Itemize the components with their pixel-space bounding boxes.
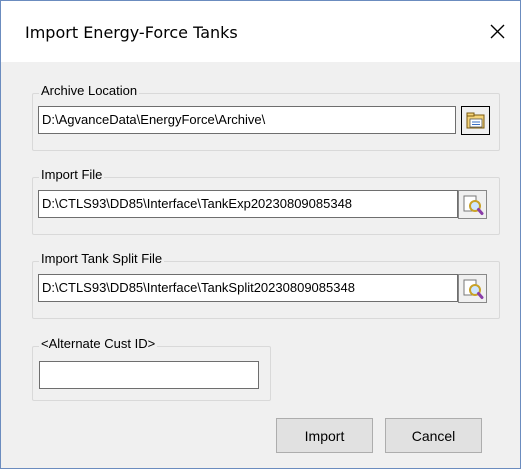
alt-cust-group: <Alternate Cust ID> bbox=[32, 336, 271, 401]
archive-location-group: Archive Location D:\AgvanceData\EnergyFo… bbox=[32, 83, 500, 151]
dialog-title: Import Energy-Force Tanks bbox=[25, 23, 238, 42]
import-file-group: Import File D:\CTLS93\DD85\Interface\Tan… bbox=[32, 167, 500, 235]
archive-location-label: Archive Location bbox=[39, 83, 140, 98]
alt-cust-label: <Alternate Cust ID> bbox=[39, 336, 158, 351]
file-search-icon bbox=[463, 279, 483, 299]
close-button[interactable] bbox=[474, 1, 520, 62]
alt-cust-field[interactable] bbox=[39, 361, 259, 389]
file-search-icon bbox=[463, 195, 483, 215]
import-file-field[interactable]: D:\CTLS93\DD85\Interface\TankExp20230809… bbox=[38, 190, 458, 218]
split-file-field[interactable]: D:\CTLS93\DD85\Interface\TankSplit202308… bbox=[38, 274, 458, 302]
split-file-label: Import Tank Split File bbox=[39, 251, 165, 266]
title-bar: Import Energy-Force Tanks bbox=[1, 1, 520, 62]
split-file-group: Import Tank Split File D:\CTLS93\DD85\In… bbox=[32, 251, 500, 319]
import-file-label: Import File bbox=[39, 167, 105, 182]
folder-open-icon bbox=[466, 112, 484, 128]
close-icon bbox=[490, 24, 504, 39]
split-file-browse-button[interactable] bbox=[458, 274, 487, 303]
archive-location-field[interactable]: D:\AgvanceData\EnergyForce\Archive\ bbox=[38, 106, 456, 134]
import-button[interactable]: Import bbox=[276, 418, 373, 453]
import-file-browse-button[interactable] bbox=[458, 190, 487, 219]
archive-browse-button[interactable] bbox=[461, 106, 490, 135]
import-dialog: Import Energy-Force Tanks Archive Locati… bbox=[0, 0, 521, 469]
cancel-button[interactable]: Cancel bbox=[385, 418, 482, 453]
